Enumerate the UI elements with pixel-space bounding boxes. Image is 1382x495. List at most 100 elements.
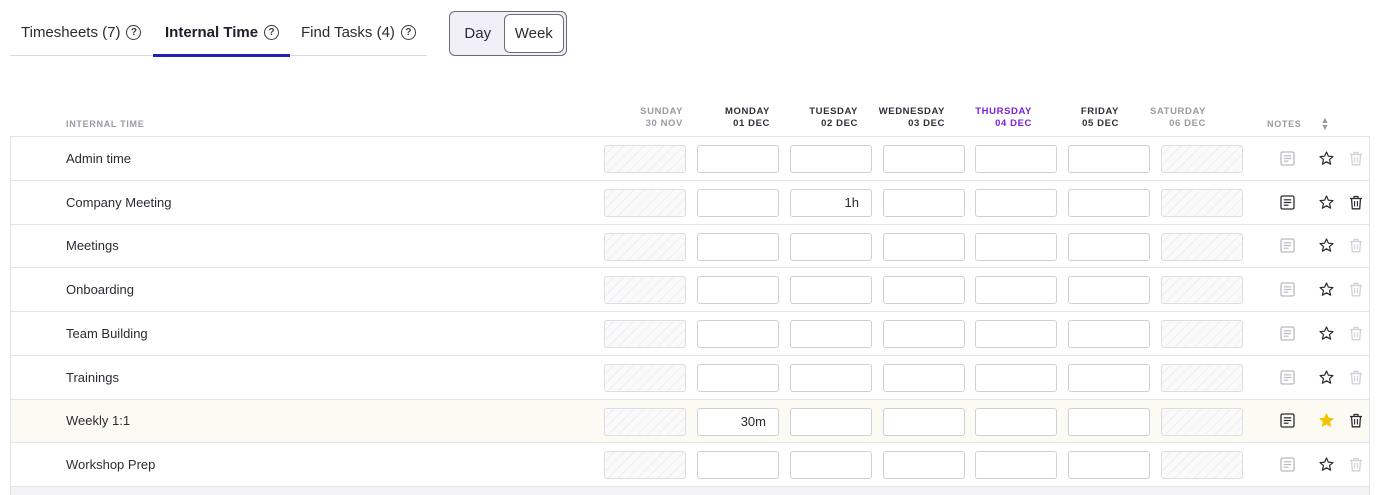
day-header-thursday: THURSDAY 04 DEC — [975, 106, 1032, 130]
tab-internal-time[interactable]: Internal Time ? — [153, 10, 290, 57]
tab-bar: Timesheets (7) ? Internal Time ? Find Ta… — [10, 10, 427, 57]
time-entry-thursday[interactable] — [975, 276, 1057, 305]
time-entry-sunday[interactable] — [604, 232, 686, 261]
time-entry-monday[interactable] — [697, 320, 779, 348]
time-entry-wednesday[interactable] — [883, 188, 965, 217]
time-entry-thursday[interactable] — [975, 407, 1057, 436]
sort-icon[interactable]: ▲ ▼ — [1320, 116, 1330, 132]
time-entry-monday[interactable] — [697, 276, 779, 305]
notes-icon[interactable] — [1277, 181, 1297, 224]
time-entry-tuesday[interactable] — [790, 451, 872, 480]
star-icon[interactable] — [1316, 400, 1336, 443]
time-entry-tuesday[interactable] — [790, 363, 872, 392]
tab-timesheets[interactable]: Timesheets (7) ? — [10, 10, 153, 55]
time-entry-saturday[interactable] — [1161, 188, 1243, 217]
time-entry-friday[interactable] — [1068, 276, 1150, 305]
day-header-sunday: SUNDAY 30 NOV — [640, 106, 683, 130]
time-entry-tuesday[interactable] — [790, 232, 872, 261]
time-entry-tuesday[interactable] — [790, 320, 872, 348]
time-entry-saturday[interactable] — [1161, 276, 1243, 305]
tab-find-tasks[interactable]: Find Tasks (4) ? — [290, 10, 427, 55]
day-header-saturday: SATURDAY 06 DEC — [1150, 106, 1206, 130]
time-entry-monday[interactable] — [697, 451, 779, 480]
time-entry-saturday[interactable] — [1161, 407, 1243, 436]
star-icon[interactable] — [1316, 225, 1336, 268]
trash-icon — [1346, 137, 1366, 180]
time-entry-sunday[interactable] — [604, 407, 686, 436]
time-entry-wednesday[interactable] — [883, 276, 965, 305]
star-icon[interactable] — [1316, 181, 1336, 224]
day-header-tuesday: TUESDAY 02 DEC — [809, 106, 858, 130]
time-entry-tuesday[interactable] — [790, 407, 872, 436]
time-entry-friday[interactable] — [1068, 145, 1150, 173]
time-entry-monday[interactable] — [697, 145, 779, 173]
notes-icon[interactable] — [1277, 225, 1297, 268]
time-entry-saturday[interactable] — [1161, 145, 1243, 173]
notes-icon[interactable] — [1277, 312, 1297, 355]
day-name: TUESDAY — [809, 106, 858, 117]
time-entry-friday[interactable] — [1068, 451, 1150, 480]
day-name: THURSDAY — [975, 106, 1032, 117]
time-entry-wednesday[interactable] — [883, 451, 965, 480]
time-entry-wednesday[interactable] — [883, 145, 965, 173]
time-entry-saturday[interactable] — [1161, 451, 1243, 480]
star-icon[interactable] — [1316, 312, 1336, 355]
help-icon[interactable]: ? — [400, 25, 416, 40]
time-entry-friday[interactable] — [1068, 232, 1150, 261]
time-entry-thursday[interactable] — [975, 145, 1057, 173]
week-view-button[interactable]: Week — [503, 14, 564, 53]
trash-icon[interactable] — [1346, 181, 1366, 224]
trash-icon[interactable] — [1346, 400, 1366, 443]
time-entry-thursday[interactable] — [975, 320, 1057, 348]
day-date: 06 DEC — [1169, 118, 1206, 129]
star-icon[interactable] — [1316, 268, 1336, 311]
time-entry-monday[interactable] — [697, 363, 779, 392]
star-icon[interactable] — [1316, 443, 1336, 486]
notes-icon[interactable] — [1277, 400, 1297, 443]
time-entry-wednesday[interactable] — [883, 232, 965, 261]
time-entry-sunday[interactable] — [604, 276, 686, 305]
time-entry-tuesday[interactable]: 1h — [790, 188, 872, 217]
help-icon[interactable]: ? — [126, 25, 142, 40]
time-entry-friday[interactable] — [1068, 320, 1150, 348]
time-entry-monday[interactable]: 30m — [697, 407, 779, 436]
time-entry-sunday[interactable] — [604, 320, 686, 348]
time-entry-sunday[interactable] — [604, 363, 686, 392]
star-icon[interactable] — [1316, 137, 1336, 180]
time-entry-monday[interactable] — [697, 188, 779, 217]
time-entry-friday[interactable] — [1068, 363, 1150, 392]
time-entry-saturday[interactable] — [1161, 363, 1243, 392]
time-entry-thursday[interactable] — [975, 451, 1057, 480]
tab-internal-time-label: Internal Time — [165, 24, 259, 41]
notes-icon[interactable] — [1277, 356, 1297, 399]
star-icon[interactable] — [1316, 356, 1336, 399]
time-entry-tuesday[interactable] — [790, 276, 872, 305]
notes-icon[interactable] — [1277, 268, 1297, 311]
time-entry-thursday[interactable] — [975, 232, 1057, 261]
time-entry-saturday[interactable] — [1161, 232, 1243, 261]
notes-icon[interactable] — [1277, 443, 1297, 486]
day-view-button[interactable]: Day — [452, 14, 504, 53]
time-entry-sunday[interactable] — [604, 145, 686, 173]
time-entry-sunday[interactable] — [604, 188, 686, 217]
time-entry-saturday[interactable] — [1161, 320, 1243, 348]
time-entry-wednesday[interactable] — [883, 320, 965, 348]
time-entry-wednesday[interactable] — [883, 407, 965, 436]
table-row: Weekly 1:1 30m — [11, 399, 1369, 444]
time-entry-tuesday[interactable] — [790, 145, 872, 173]
day-name: WEDNESDAY — [878, 106, 945, 117]
time-entry-sunday[interactable] — [604, 451, 686, 480]
view-toggle: Day Week — [449, 11, 567, 56]
time-entry-friday[interactable] — [1068, 188, 1150, 217]
time-entry-friday[interactable] — [1068, 407, 1150, 436]
notes-icon[interactable] — [1277, 137, 1297, 180]
time-entry-monday[interactable] — [697, 232, 779, 261]
row-task-name: Trainings — [66, 369, 119, 385]
day-name: SUNDAY — [640, 106, 683, 117]
help-icon[interactable]: ? — [264, 25, 280, 40]
time-entry-thursday[interactable] — [975, 188, 1057, 217]
time-entry-thursday[interactable] — [975, 363, 1057, 392]
time-entry-wednesday[interactable] — [883, 363, 965, 392]
row-task-name: Team Building — [66, 325, 148, 341]
day-name: MONDAY — [725, 106, 770, 117]
